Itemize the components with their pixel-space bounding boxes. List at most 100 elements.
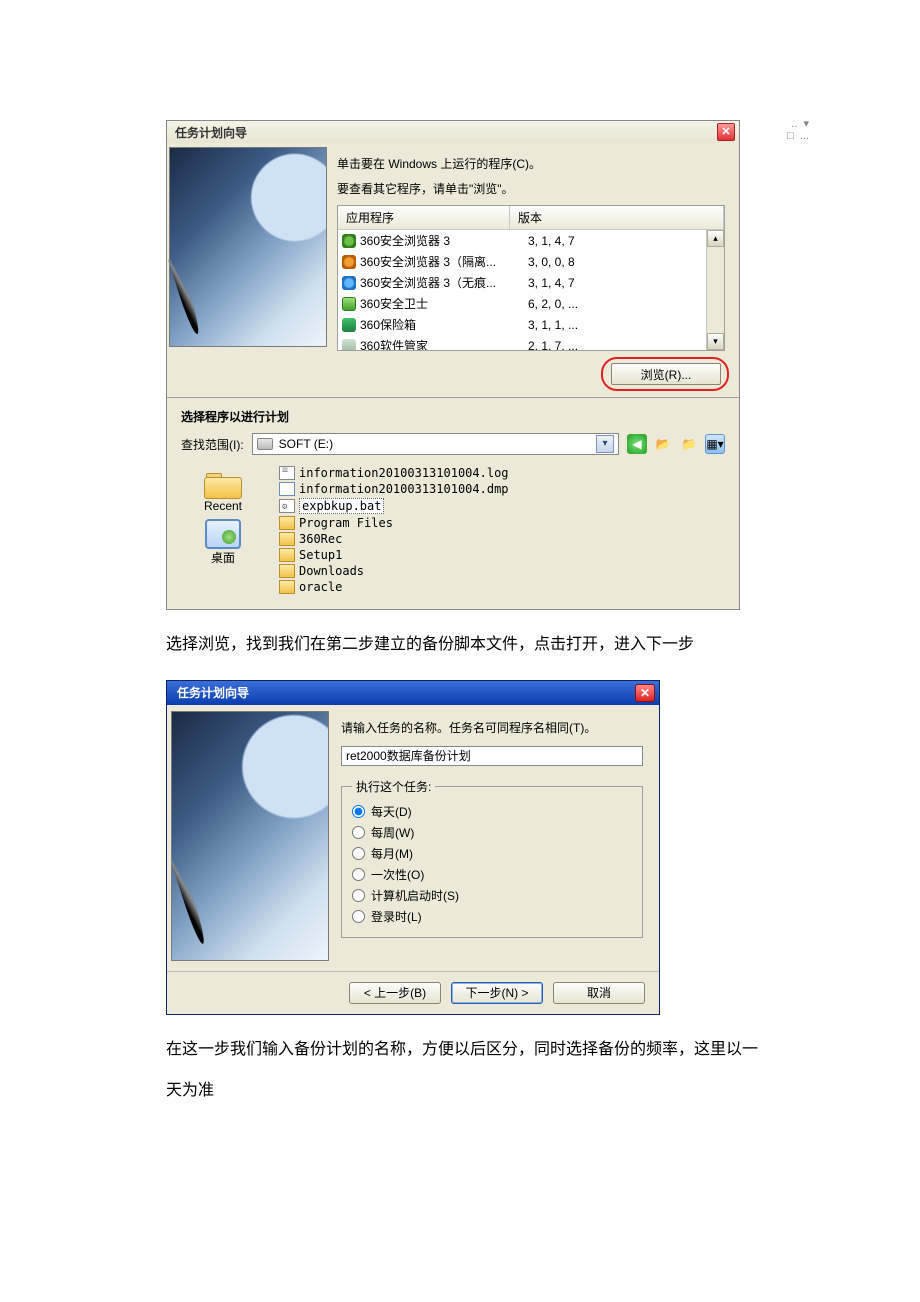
chevron-down-icon[interactable]: ▾ [596, 435, 614, 453]
file-name: information20100313101004.dmp [299, 482, 509, 496]
back-button[interactable]: < 上一步(B) [349, 982, 441, 1004]
desktop-icon [205, 519, 241, 549]
file-browser: 选择程序以进行计划 查找范围(I): SOFT (E:) ▾ ◀ 📂 📁 ▦▾ [167, 397, 739, 609]
view-menu-icon[interactable]: ▦▾ [705, 434, 725, 454]
app-version: 3, 1, 4, 7 [528, 234, 704, 248]
dialog2-titlebar: 任务计划向导 ✕ [167, 681, 659, 705]
schedule-option[interactable]: 登录时(L) [352, 906, 632, 927]
app-row[interactable]: 360软件管家2, 1, 7, ... [338, 335, 706, 350]
file-name: Setup1 [299, 548, 342, 562]
app-row[interactable]: 360安全浏览器 33, 1, 4, 7 [338, 230, 706, 251]
file-item[interactable]: Setup1 [279, 547, 739, 563]
file-name: information20100313101004.log [299, 466, 509, 480]
close-icon[interactable]: ✕ [635, 684, 655, 702]
app-row[interactable]: 360安全浏览器 3（隔离...3, 0, 0, 8 [338, 251, 706, 272]
file-list[interactable]: information20100313101004.log information… [279, 463, 739, 597]
file-name: expbkup.bat [299, 498, 384, 514]
file-item[interactable]: 360Rec [279, 531, 739, 547]
file-browser-title: 选择程序以进行计划 [167, 402, 739, 433]
schedule-option[interactable]: 每月(M) [352, 843, 632, 864]
file-icon [279, 532, 295, 546]
dialog1-title: 任务计划向导 [175, 124, 247, 141]
wizard-image [171, 711, 329, 961]
place-recent-label: Recent [204, 499, 242, 513]
file-icon [279, 580, 295, 594]
radio-label: 一次性(O) [371, 866, 424, 883]
window-extra-icons: .. ▾□ ... [787, 117, 809, 142]
scroll-down-icon[interactable]: ▾ [707, 333, 724, 350]
radio-input[interactable] [352, 889, 365, 902]
radio-input[interactable] [352, 847, 365, 860]
browse-button[interactable]: 浏览(R)... [611, 363, 721, 385]
file-name: Program Files [299, 516, 393, 530]
app-icon [342, 297, 356, 311]
radio-label: 每月(M) [371, 845, 413, 862]
place-recent[interactable]: Recent [204, 469, 242, 513]
col-app: 应用程序 [338, 206, 510, 229]
app-icon [342, 234, 356, 248]
dialog1-titlebar: 任务计划向导 ✕ [167, 121, 739, 143]
app-icon [342, 339, 356, 351]
file-item[interactable]: information20100313101004.dmp [279, 481, 739, 497]
scroll-up-icon[interactable]: ▴ [707, 230, 724, 247]
file-name: 360Rec [299, 532, 342, 546]
schedule-fieldset: 执行这个任务: 每天(D) 每周(W) 每月(M) 一次性(O) 计算机启动时(S) 登录… [341, 778, 643, 938]
schedule-legend: 执行这个任务: [352, 778, 435, 795]
lookin-combo[interactable]: SOFT (E:) ▾ [252, 433, 619, 455]
folder-icon [204, 469, 242, 499]
app-row[interactable]: 360安全卫士6, 2, 0, ... [338, 293, 706, 314]
cancel-button[interactable]: 取消 [553, 982, 645, 1004]
wizard-dialog-1: .. ▾□ ... 任务计划向导 ✕ 单击要在 Windows 上运行的程序(C… [166, 120, 740, 610]
radio-input[interactable] [352, 805, 365, 818]
drive-label: SOFT (E:) [279, 437, 333, 451]
drive-icon [257, 438, 273, 450]
app-version: 6, 2, 0, ... [528, 297, 704, 311]
file-icon [279, 466, 295, 480]
radio-label: 计算机启动时(S) [371, 887, 459, 904]
place-desktop-label: 桌面 [211, 549, 235, 566]
place-desktop[interactable]: 桌面 [205, 519, 241, 566]
schedule-option[interactable]: 一次性(O) [352, 864, 632, 885]
file-icon [279, 516, 295, 530]
file-name: oracle [299, 580, 342, 594]
radio-label: 每天(D) [371, 803, 412, 820]
app-icon [342, 255, 356, 269]
lookin-label: 查找范围(I): [181, 436, 244, 453]
app-version: 3, 1, 4, 7 [528, 276, 704, 290]
radio-input[interactable] [352, 868, 365, 881]
app-row[interactable]: 360保险箱3, 1, 1, ... [338, 314, 706, 335]
app-row[interactable]: 360安全浏览器 3（无痕...3, 1, 4, 7 [338, 272, 706, 293]
up-icon[interactable]: 📂 [653, 434, 673, 454]
scrollbar[interactable]: ▴ ▾ [706, 230, 724, 350]
radio-input[interactable] [352, 910, 365, 923]
applist-header: 应用程序 版本 [338, 206, 724, 230]
app-version: 3, 0, 0, 8 [528, 255, 704, 269]
next-button[interactable]: 下一步(N) > [451, 982, 543, 1004]
schedule-option[interactable]: 每周(W) [352, 822, 632, 843]
schedule-option[interactable]: 计算机启动时(S) [352, 885, 632, 906]
radio-input[interactable] [352, 826, 365, 839]
app-icon [342, 276, 356, 290]
schedule-option[interactable]: 每天(D) [352, 801, 632, 822]
file-item[interactable]: oracle [279, 579, 739, 595]
file-icon [279, 564, 295, 578]
app-name: 360保险箱 [360, 316, 528, 333]
back-icon[interactable]: ◀ [627, 434, 647, 454]
app-icon [342, 318, 356, 332]
new-folder-icon[interactable]: 📁 [679, 434, 699, 454]
task-name-input[interactable] [341, 746, 643, 766]
dialog1-msg1: 单击要在 Windows 上运行的程序(C)。 [337, 155, 725, 172]
radio-label: 每周(W) [371, 824, 414, 841]
file-item[interactable]: Downloads [279, 563, 739, 579]
app-version: 2, 1, 7, ... [528, 339, 704, 351]
dialog2-msg: 请输入任务的名称。任务名可同程序名相同(T)。 [341, 719, 643, 736]
wizard-image [169, 147, 327, 347]
close-icon[interactable]: ✕ [717, 123, 735, 141]
application-list[interactable]: 应用程序 版本 360安全浏览器 33, 1, 4, 7360安全浏览器 3（隔… [337, 205, 725, 351]
file-item[interactable]: information20100313101004.log [279, 465, 739, 481]
file-item[interactable]: Program Files [279, 515, 739, 531]
doc-text-1: 选择浏览，找到我们在第二步建立的备份脚本文件，点击打开，进入下一步 [166, 624, 760, 666]
file-icon [279, 482, 295, 496]
wizard-dialog-2: 任务计划向导 ✕ 请输入任务的名称。任务名可同程序名相同(T)。 执行这个任务:… [166, 680, 660, 1015]
file-item[interactable]: expbkup.bat [279, 497, 739, 515]
